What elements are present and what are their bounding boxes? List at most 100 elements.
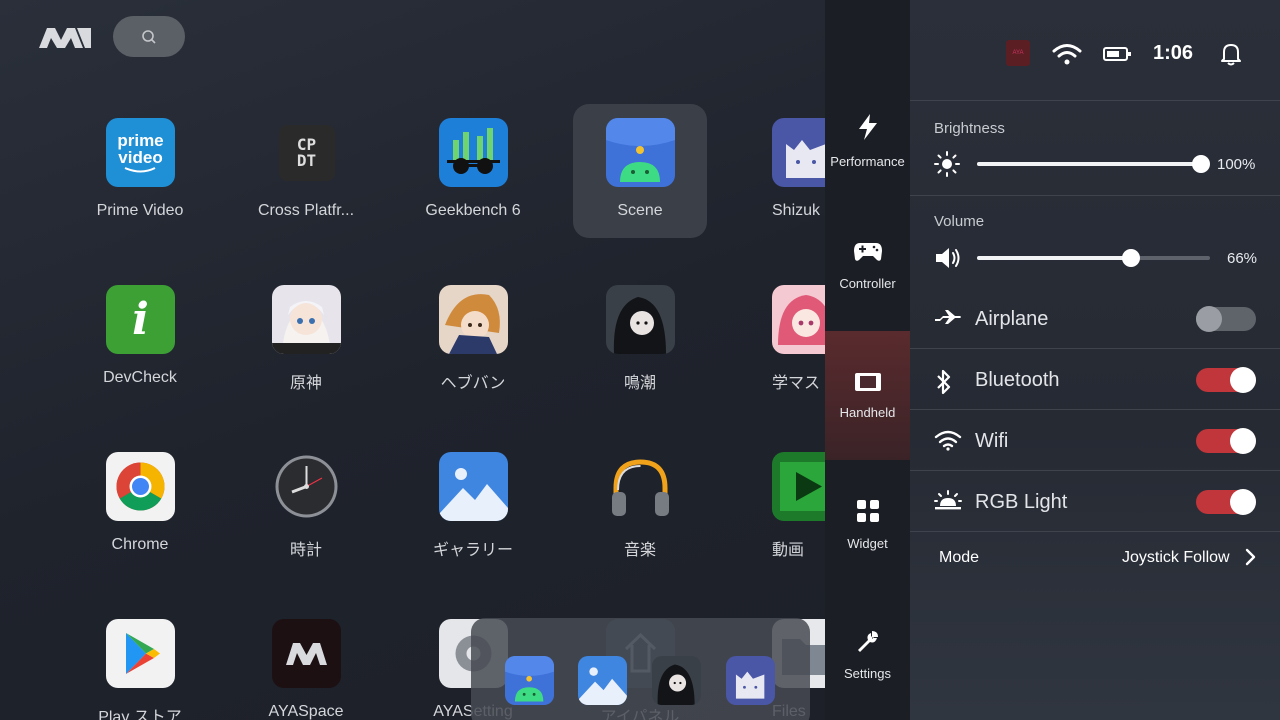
app-label: Play ストア	[98, 709, 182, 720]
app-tile[interactable]: 動画	[739, 438, 825, 572]
divider	[910, 531, 1280, 532]
brightness-thumb[interactable]	[1192, 155, 1210, 173]
ayaspace-icon	[272, 619, 341, 688]
cpdt-icon: CP DT	[272, 118, 341, 187]
rgb-light-icon	[934, 490, 962, 514]
toggle-row-rgb-light: RGB Light	[910, 472, 1280, 532]
notification-bell-icon[interactable]	[1220, 42, 1242, 66]
video-icon	[772, 452, 825, 521]
toggle-switch[interactable]	[1196, 306, 1256, 332]
wrench-icon	[856, 629, 880, 658]
app-label: 原神	[289, 375, 322, 392]
tab-controller[interactable]: Controller	[825, 201, 910, 330]
volume-control: Volume 66%	[910, 195, 1280, 287]
app-tile[interactable]: 時計	[239, 438, 373, 572]
app-tile[interactable]: 学マス	[739, 271, 825, 405]
tab-label: Settings	[844, 665, 891, 681]
app-label: ギャラリー	[432, 542, 513, 559]
toggle-row-wifi: Wifi	[910, 411, 1280, 471]
toggle-row-bluetooth: Bluetooth	[910, 350, 1280, 410]
chevron-right-icon[interactable]	[1245, 548, 1257, 566]
toggle-label: RGB Light	[975, 491, 1068, 513]
app-tile[interactable]: i DevCheck	[73, 271, 207, 405]
toggle-switch[interactable]	[1196, 489, 1256, 515]
bluetooth-icon	[934, 368, 962, 395]
app-tile[interactable]: 原神	[239, 271, 373, 405]
gakumas-icon	[772, 285, 825, 354]
scene-icon	[606, 118, 675, 187]
app-launcher: prime video Prime Video CP DT Cross Platfr..…	[0, 0, 825, 720]
toggle-knob	[1230, 428, 1256, 454]
app-label: Shizuk	[772, 202, 821, 219]
mode-value[interactable]: Joystick Follow	[1122, 549, 1230, 567]
battery-icon	[1103, 47, 1131, 61]
app-label: AYASpace	[268, 703, 344, 720]
toggle-switch[interactable]	[1196, 428, 1256, 454]
genshin-icon	[272, 285, 341, 354]
app-tile[interactable]: ギャラリー	[406, 438, 540, 572]
tab-settings[interactable]: Settings	[825, 590, 910, 719]
volume-fill	[977, 256, 1131, 260]
toggle-label: Wifi	[975, 430, 1009, 452]
quick-panel-tabs: Performance Controller Handheld Widget Setti…	[825, 0, 910, 720]
app-tile[interactable]: Chrome	[73, 438, 207, 572]
app-label: Geekbench 6	[425, 202, 521, 219]
app-tile[interactable]: 音楽	[573, 438, 707, 572]
prime-video-icon: prime video	[106, 118, 175, 187]
gallery-icon	[439, 452, 508, 521]
toggle-switch[interactable]	[1196, 367, 1256, 393]
dock-wuthering-waves-icon[interactable]	[652, 656, 701, 705]
app-tile[interactable]: CP DT Cross Platfr...	[239, 104, 373, 238]
app-tile[interactable]: AYASpace	[239, 605, 373, 720]
tab-label: Widget	[847, 535, 888, 551]
brightness-fill	[977, 162, 1201, 166]
tab-widget[interactable]: Widget	[825, 460, 910, 589]
app-tile[interactable]: 鳴潮	[573, 271, 707, 405]
devcheck-icon: i	[106, 285, 175, 354]
tab-label: Controller	[839, 275, 896, 291]
search-button[interactable]	[113, 16, 185, 57]
sun-icon	[934, 151, 960, 177]
app-label: 学マス	[772, 375, 821, 392]
app-label: 音楽	[623, 542, 656, 559]
handheld-icon	[854, 372, 882, 397]
brightness-title: Brightness	[934, 120, 1005, 137]
app-tile[interactable]: Shizuk	[739, 104, 825, 238]
volume-slider[interactable]	[977, 249, 1210, 267]
wuthering-waves-icon	[606, 285, 675, 354]
airplane-icon	[934, 307, 962, 331]
divider	[910, 470, 1280, 471]
brightness-slider[interactable]	[977, 155, 1210, 173]
wifi-status-icon	[1052, 44, 1082, 65]
app-tile[interactable]: Play ストア	[73, 605, 207, 720]
chrome-icon	[106, 452, 175, 521]
app-label: Chrome	[111, 536, 169, 553]
brightness-control: Brightness 100%	[910, 100, 1280, 195]
app-tile[interactable]: ヘブバン	[406, 271, 540, 405]
lightning-icon	[856, 113, 880, 146]
toggle-knob	[1230, 367, 1256, 393]
tab-performance[interactable]: Performance	[825, 76, 910, 205]
shizuku-icon	[772, 118, 825, 187]
ayaneo-logo	[39, 28, 91, 48]
widget-grid-icon	[856, 499, 880, 528]
toggle-label: Airplane	[975, 308, 1049, 330]
dock-scene-icon[interactable]	[505, 656, 554, 705]
toggle-knob	[1196, 306, 1222, 332]
app-tile[interactable]: Scene	[573, 104, 707, 238]
wifi-icon	[934, 429, 962, 453]
tab-handheld[interactable]: Handheld	[825, 331, 910, 460]
app-label: Scene	[617, 202, 663, 219]
geekbench-icon	[439, 118, 508, 187]
dock-gallery-icon[interactable]	[578, 656, 627, 705]
volume-thumb[interactable]	[1121, 249, 1140, 267]
app-tile[interactable]: prime video Prime Video	[73, 104, 207, 238]
clock-icon	[272, 452, 341, 521]
dock-shizuku-icon[interactable]	[726, 656, 775, 705]
app-label: 鳴潮	[623, 375, 656, 392]
app-tile[interactable]: Geekbench 6	[406, 104, 540, 238]
volume-value: 66%	[1227, 250, 1258, 267]
divider	[910, 348, 1280, 349]
heaven-burns-icon	[439, 285, 508, 354]
quick-settings-panel: AYA 1:06 Brightness 100% Volume 66% Airp…	[910, 0, 1280, 720]
